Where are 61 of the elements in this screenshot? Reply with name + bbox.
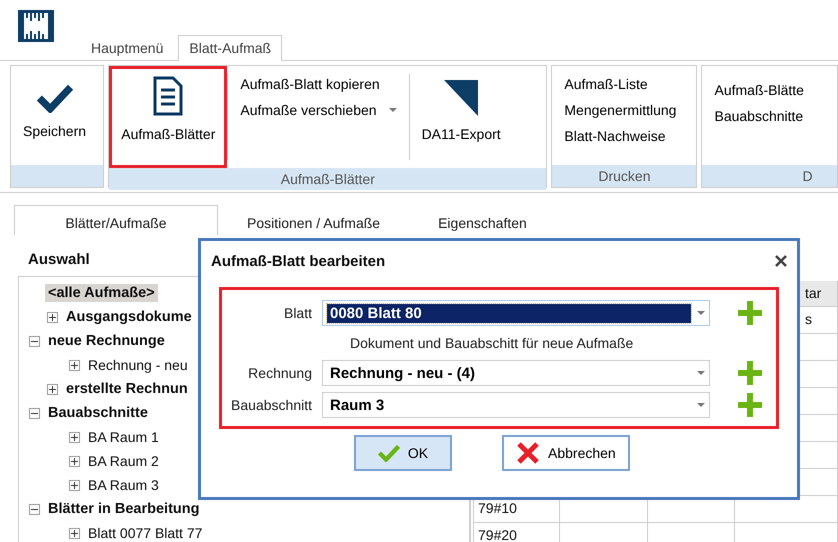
expander-icon[interactable] bbox=[69, 360, 80, 370]
table-cell: 79#20 bbox=[474, 523, 560, 542]
tree-item[interactable]: Blätter in Bearbeitung bbox=[45, 500, 202, 518]
tree-item[interactable]: neue Rechnunge bbox=[45, 332, 168, 350]
dropdown-field[interactable]: 0080 Blatt 80 bbox=[322, 300, 710, 326]
export-button[interactable]: DA11-Export bbox=[410, 66, 513, 168]
ribbon-button[interactable]: Bauabschnitte bbox=[714, 106, 804, 126]
expander-icon[interactable] bbox=[29, 408, 40, 418]
ribbon-tab[interactable]: Hauptmenü bbox=[80, 35, 174, 60]
expander-icon[interactable] bbox=[69, 480, 80, 490]
tree-title: Auswahl bbox=[28, 251, 90, 268]
cross-icon bbox=[516, 441, 540, 465]
expander-icon[interactable] bbox=[47, 312, 58, 322]
save-button[interactable]: Speichern bbox=[11, 66, 98, 165]
ribbon-button[interactable]: Aufmaß-Blatt kopieren bbox=[240, 74, 397, 94]
tree-item[interactable]: BA Raum 2 bbox=[85, 452, 162, 470]
document-icon bbox=[153, 76, 184, 116]
tree-item[interactable]: erstellte Rechnun bbox=[63, 380, 191, 398]
cancel-button[interactable]: Abbrechen bbox=[502, 435, 630, 471]
expander-icon[interactable] bbox=[29, 504, 40, 514]
field-label: Blatt bbox=[282, 305, 312, 321]
plus-icon[interactable] bbox=[738, 301, 762, 325]
checkmark-icon bbox=[36, 83, 73, 113]
ok-button[interactable]: OK bbox=[354, 435, 452, 471]
panel-tab[interactable]: Positionen / Aufmaße bbox=[218, 205, 410, 235]
plus-icon[interactable] bbox=[738, 393, 762, 417]
group-label: D bbox=[702, 165, 837, 187]
app-logo-icon bbox=[18, 10, 54, 42]
ribbon-tab[interactable]: Blatt-Aufmaß bbox=[178, 35, 282, 61]
hint-text: Dokument und Bauabschitt für neue Aufmaße bbox=[349, 334, 634, 353]
sheets-button[interactable]: Aufmaß-Blätter bbox=[109, 66, 228, 168]
close-icon[interactable] bbox=[775, 255, 787, 267]
tree-item[interactable]: Rechnung - neu bbox=[85, 356, 191, 374]
expander-icon[interactable] bbox=[69, 528, 80, 538]
expander-icon[interactable] bbox=[69, 456, 80, 466]
tree-item[interactable]: Ausgangsdokume bbox=[63, 308, 195, 326]
panel-tab[interactable]: Blätter/Aufmaße bbox=[14, 205, 218, 235]
tree-item[interactable]: <alle Aufmaße> bbox=[45, 284, 158, 302]
print-button[interactable]: Mengenermittlung bbox=[564, 100, 676, 120]
tree-item[interactable]: BA Raum 1 bbox=[85, 428, 162, 446]
group-label: Drucken bbox=[552, 165, 696, 187]
triangle-icon bbox=[444, 80, 478, 116]
dropdown-field[interactable]: Rechnung - neu - (4) bbox=[322, 360, 710, 386]
group-label: Aufmaß-Blätter bbox=[109, 168, 546, 190]
checkmark-icon bbox=[378, 444, 400, 462]
print-button[interactable]: Blatt-Nachweise bbox=[564, 126, 676, 146]
tree-item[interactable]: Bauabschnitte bbox=[45, 404, 151, 422]
tree-item[interactable]: BA Raum 3 bbox=[85, 476, 162, 494]
dropdown-field[interactable]: Raum 3 bbox=[322, 392, 710, 418]
ribbon-button[interactable]: Aufmaß-Blätte bbox=[714, 80, 804, 100]
field-label: Rechnung bbox=[247, 365, 312, 381]
print-button[interactable]: Aufmaß-Liste bbox=[564, 74, 676, 94]
tree-item[interactable]: Blatt 0077 Blatt 77 bbox=[85, 524, 206, 542]
expander-icon[interactable] bbox=[29, 336, 40, 346]
panel-tab[interactable]: Eigenschaften bbox=[409, 205, 556, 235]
expander-icon[interactable] bbox=[69, 432, 80, 442]
field-label: Bauabschnitt bbox=[230, 397, 312, 413]
expander-icon[interactable] bbox=[47, 384, 58, 394]
plus-icon[interactable] bbox=[738, 361, 762, 385]
dialog-title: Aufmaß-Blatt bearbeiten bbox=[211, 252, 386, 270]
ribbon-button[interactable]: Aufmaße verschieben bbox=[240, 100, 397, 120]
